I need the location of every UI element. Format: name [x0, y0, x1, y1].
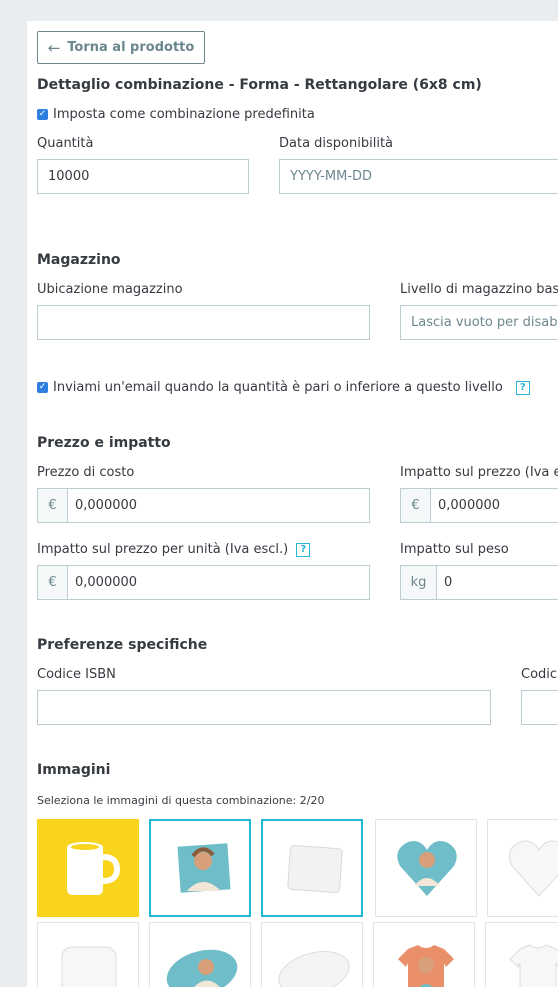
combination-panel: ← Torna al prodotto Dettaglio combinazio…	[27, 21, 558, 987]
price-impact-input[interactable]: 0,000000	[431, 489, 500, 522]
back-to-product-button[interactable]: ← Torna al prodotto	[37, 31, 205, 64]
photo-heart-icon	[397, 841, 457, 896]
blank-oval-icon	[278, 951, 350, 987]
stock-location-input[interactable]	[37, 305, 370, 340]
specific-preferences-heading: Preferenze specifiche	[37, 637, 208, 653]
weight-impact-input[interactable]: 0	[437, 566, 452, 599]
cost-price-label: Prezzo di costo	[37, 465, 135, 480]
second-code-label: Codic	[521, 667, 558, 682]
image-thumb-blank-rectangle[interactable]	[261, 819, 363, 917]
blank-tshirt-icon	[509, 944, 558, 987]
cost-price-field[interactable]: € 0,000000	[37, 488, 370, 523]
image-thumb-blank-tshirt[interactable]	[485, 922, 558, 987]
quantity-input[interactable]: 10000	[37, 159, 249, 194]
photo-tshirt-icon	[398, 945, 454, 987]
low-stock-label: Livello di magazzino bas	[400, 282, 558, 297]
cost-price-input[interactable]: 0,000000	[68, 489, 137, 522]
pillow-icon	[61, 946, 117, 987]
mug-icon	[67, 842, 121, 895]
second-code-input[interactable]	[521, 690, 558, 725]
unit-price-impact-label: Impatto sul prezzo per unità (Iva escl.)	[37, 542, 289, 557]
kg-unit-addon: kg	[401, 566, 437, 599]
low-stock-email-label: Inviami un'email quando la quantità è pa…	[53, 380, 503, 395]
images-heading: Immagini	[37, 762, 111, 778]
arrow-left-icon: ←	[47, 38, 61, 57]
image-thumb-blank-heart[interactable]	[487, 819, 558, 917]
image-thumb-mug[interactable]	[37, 819, 139, 917]
photo-oval-icon	[166, 949, 238, 987]
euro-icon: €	[401, 489, 431, 522]
unit-price-impact-input[interactable]: 0,000000	[68, 566, 137, 599]
default-combination-checkbox[interactable]: ✓ Imposta come combinazione predefinita	[37, 107, 315, 122]
isbn-input[interactable]	[37, 690, 491, 725]
image-thumb-photo-tshirt[interactable]	[373, 922, 475, 987]
availability-date-label: Data disponibilità	[279, 136, 394, 151]
help-icon[interactable]: ?	[296, 542, 311, 557]
image-thumb-oval-photo[interactable]	[149, 922, 251, 987]
euro-icon: €	[38, 566, 68, 599]
price-heading: Prezzo e impatto	[37, 435, 171, 451]
photo-rectangle-icon	[177, 843, 231, 893]
availability-date-input[interactable]: YYYY-MM-DD	[279, 159, 558, 194]
stock-location-label: Ubicazione magazzino	[37, 282, 183, 297]
low-stock-input[interactable]: Lascia vuoto per disabi	[400, 305, 558, 340]
unit-price-impact-label-row: Impatto sul prezzo per unità (Iva escl.)…	[37, 542, 311, 557]
checkbox-checked-icon[interactable]: ✓	[37, 109, 48, 120]
isbn-label: Codice ISBN	[37, 667, 116, 682]
image-thumb-pillow[interactable]	[37, 922, 139, 987]
images-caption: Seleziona le immagini di questa combinaz…	[37, 794, 325, 807]
euro-icon: €	[38, 489, 68, 522]
price-impact-label: Impatto sul prezzo (Iva e	[400, 465, 558, 480]
default-combination-label: Imposta come combinazione predefinita	[53, 107, 315, 122]
unit-price-impact-field[interactable]: € 0,000000	[37, 565, 370, 600]
quantity-label: Quantità	[37, 136, 94, 151]
blank-rectangle-icon	[287, 845, 343, 893]
low-stock-email-checkbox[interactable]: ✓ Inviami un'email quando la quantità è …	[37, 380, 530, 395]
checkbox-checked-icon[interactable]: ✓	[37, 382, 48, 393]
weight-impact-label: Impatto sul peso	[400, 542, 509, 557]
weight-impact-field[interactable]: kg 0	[400, 565, 558, 600]
image-thumb-rectangular-photo[interactable]	[149, 819, 251, 917]
image-thumb-heart-photo[interactable]	[375, 819, 477, 917]
price-impact-field[interactable]: € 0,000000	[400, 488, 558, 523]
help-icon[interactable]: ?	[515, 380, 530, 395]
back-button-label: Torna al prodotto	[67, 40, 195, 55]
stock-heading: Magazzino	[37, 252, 121, 268]
blank-heart-icon	[508, 840, 558, 897]
image-thumb-blank-oval[interactable]	[261, 922, 363, 987]
page-title: Dettaglio combinazione - Forma - Rettang…	[37, 77, 482, 93]
